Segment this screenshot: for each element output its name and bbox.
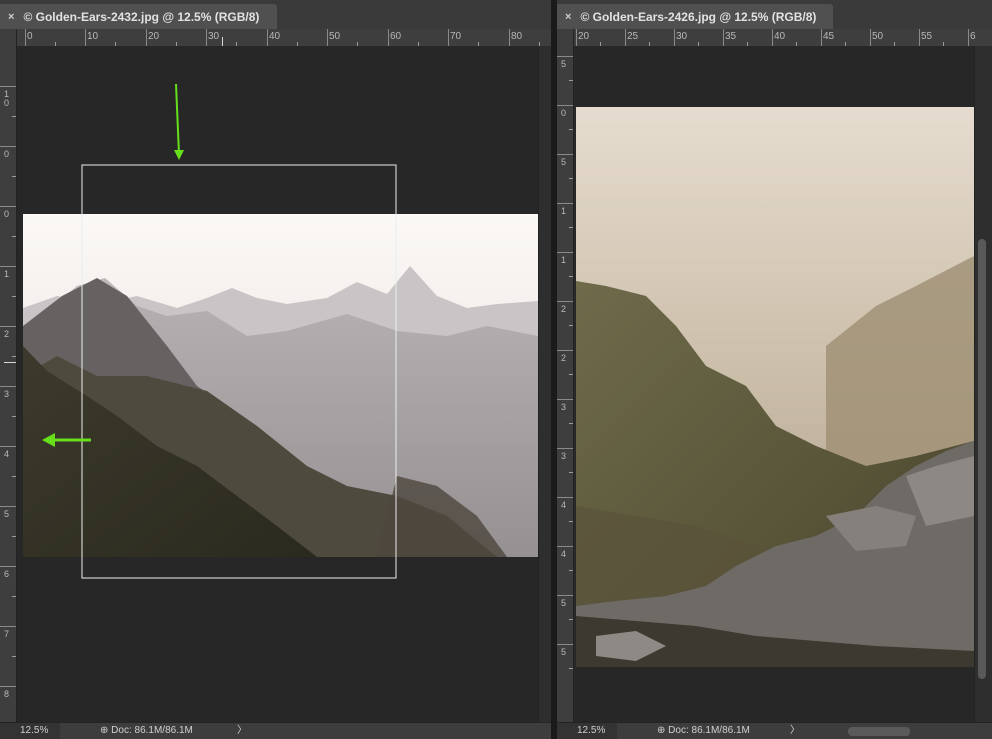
ruler-label: 55 (921, 31, 933, 42)
doc-info[interactable]: ⊕ Doc: 86.1M/86.1M (100, 723, 193, 739)
doc-info-icon: ⊕ (657, 725, 666, 736)
ruler-label: 40 (269, 31, 281, 42)
ruler-label: 20 (578, 31, 590, 42)
ruler-label: 2 (560, 353, 566, 363)
ruler-label: 30 (676, 31, 688, 42)
cursor-marker (4, 362, 16, 363)
ruler-label: 20 (148, 31, 160, 42)
left-document-window: × © Golden-Ears-2432.jpg @ 12.5% (RGB/8)… (0, 0, 551, 739)
left-photo-canvas (23, 83, 538, 579)
left-status-bar: 12.5% ⊕ Doc: 86.1M/86.1M 〉 (0, 722, 551, 739)
ruler-label: 3 (560, 451, 566, 461)
landscape-photo (576, 107, 974, 667)
right-status-bar: 12.5% ⊕ Doc: 86.1M/86.1M 〉 (557, 722, 992, 739)
ruler-label: 3 (3, 389, 9, 399)
ruler-label: 30 (208, 31, 220, 42)
ruler-label: 70 (450, 31, 462, 42)
ruler-label: 4 (3, 449, 9, 459)
ruler-origin[interactable] (557, 29, 574, 47)
ruler-label: 40 (774, 31, 786, 42)
ruler-label: 2 (560, 304, 566, 314)
close-icon[interactable]: × (8, 11, 14, 23)
ruler-label: 5 (3, 509, 9, 519)
ruler-label: 1 (3, 269, 9, 279)
ruler-label: 4 (560, 549, 566, 559)
right-vertical-scroll-thumb[interactable] (978, 239, 986, 679)
ruler-label: 50 (329, 31, 341, 42)
left-tab-title: © Golden-Ears-2432.jpg @ 12.5% (RGB/8) (23, 9, 260, 24)
ruler-label: 25 (627, 31, 639, 42)
doc-info-label: Doc: 86.1M/86.1M (668, 725, 750, 736)
ruler-label: 6 (970, 31, 976, 42)
ruler-origin[interactable] (0, 29, 17, 47)
ruler-label: 10 (3, 89, 9, 108)
ruler-label: 5 (560, 647, 566, 657)
right-horizontal-scroll-thumb[interactable] (848, 727, 910, 736)
right-document-tab[interactable]: × © Golden-Ears-2426.jpg @ 12.5% (RGB/8) (557, 4, 833, 29)
left-document-tab[interactable]: × © Golden-Ears-2432.jpg @ 12.5% (RGB/8) (0, 4, 277, 29)
ruler-label: 1 (560, 255, 566, 265)
landscape-photo (23, 214, 538, 557)
ruler-label: 0 (3, 209, 9, 219)
ruler-label: 0 (27, 31, 33, 42)
cursor-marker (222, 37, 223, 46)
doc-info[interactable]: ⊕ Doc: 86.1M/86.1M (657, 723, 750, 739)
horizontal-ruler[interactable]: 0 10 20 30 40 50 60 70 80 (17, 29, 551, 47)
doc-info-label: Doc: 86.1M/86.1M (111, 725, 193, 736)
ruler-label: 1 (560, 206, 566, 216)
right-photo-canvas (576, 107, 974, 667)
ruler-label: 2 (3, 329, 9, 339)
right-document-window: × © Golden-Ears-2426.jpg @ 12.5% (RGB/8)… (557, 0, 992, 739)
ruler-label: 35 (725, 31, 737, 42)
ruler-label: 10 (87, 31, 99, 42)
ruler-label: 5 (560, 598, 566, 608)
status-menu-arrow[interactable]: 〉 (237, 723, 247, 739)
ruler-label: 60 (390, 31, 402, 42)
vertical-ruler[interactable]: 10 0 0 1 2 3 4 5 6 7 8 (0, 46, 17, 723)
arrow-icon (174, 83, 184, 160)
ruler-label: 5 (560, 59, 566, 69)
right-vertical-scrollbar[interactable] (974, 46, 992, 723)
left-vertical-scrollbar[interactable] (538, 46, 551, 723)
ruler-label: 80 (511, 31, 523, 42)
left-canvas[interactable] (17, 46, 538, 723)
doc-info-icon: ⊕ (100, 725, 109, 736)
right-canvas[interactable] (576, 46, 974, 723)
ruler-label: 7 (3, 629, 9, 639)
zoom-level[interactable]: 12.5% (0, 723, 60, 739)
close-icon[interactable]: × (565, 11, 571, 23)
ruler-label: 50 (872, 31, 884, 42)
right-tab-bar: × © Golden-Ears-2426.jpg @ 12.5% (RGB/8) (557, 0, 992, 30)
zoom-level[interactable]: 12.5% (557, 723, 617, 739)
horizontal-ruler[interactable]: 20 25 30 35 40 45 50 55 6 (574, 29, 992, 47)
right-tab-title: © Golden-Ears-2426.jpg @ 12.5% (RGB/8) (580, 9, 817, 24)
ruler-label: 45 (823, 31, 835, 42)
ruler-label: 6 (3, 569, 9, 579)
ruler-label: 5 (560, 157, 566, 167)
ruler-label: 3 (560, 402, 566, 412)
status-menu-arrow[interactable]: 〉 (790, 723, 800, 739)
ruler-label: 0 (560, 108, 566, 118)
left-tab-bar: × © Golden-Ears-2432.jpg @ 12.5% (RGB/8) (0, 0, 551, 30)
ruler-label: 0 (3, 149, 9, 159)
vertical-ruler[interactable]: 5 0 5 1 1 2 2 3 3 4 4 5 5 (557, 46, 574, 723)
ruler-label: 4 (560, 500, 566, 510)
ruler-label: 8 (3, 689, 9, 699)
